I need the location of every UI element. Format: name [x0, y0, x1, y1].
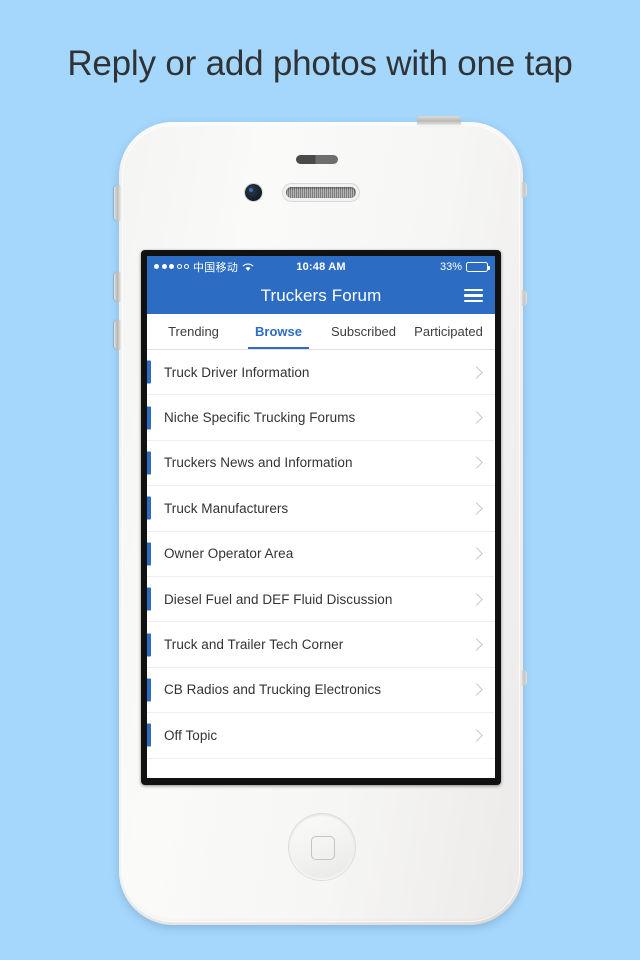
chevron-right-icon	[470, 728, 483, 742]
list-item-label: Truckers News and Information	[164, 455, 353, 471]
chevron-right-icon	[470, 547, 483, 561]
antenna-band-marker	[521, 290, 527, 306]
phone-device-frame: 中国移动 10:48 AM 33% Truckers Forum Trendin…	[114, 116, 527, 925]
earpiece-speaker-icon	[286, 187, 356, 198]
chevron-right-icon	[470, 411, 483, 424]
page-title: Reply or add photos with one tap	[67, 44, 573, 83]
list-item[interactable]: Truck Driver Information	[147, 350, 495, 396]
tab-label: Browse	[255, 324, 302, 339]
chevron-right-icon	[470, 638, 483, 651]
status-bar-right: 33%	[439, 260, 490, 273]
list-item[interactable]: Niche Specific Trucking Forums	[147, 395, 495, 441]
list-item-label: Truck and Trailer Tech Corner	[164, 637, 344, 653]
hamburger-menu-icon[interactable]	[464, 288, 483, 303]
row-accent-bar	[147, 678, 151, 702]
list-item[interactable]: Truck and Trailer Tech Corner	[147, 622, 495, 668]
row-accent-bar	[147, 542, 151, 566]
list-item[interactable]: Truck Manufacturers	[147, 486, 495, 532]
battery-percent-label: 33%	[439, 260, 462, 273]
list-item[interactable]: Owner Operator Area	[147, 532, 495, 577]
volume-down-button[interactable]	[114, 320, 121, 350]
row-accent-bar	[147, 723, 151, 747]
status-bar: 中国移动 10:48 AM 33%	[147, 256, 495, 277]
phone-screen: 中国移动 10:48 AM 33% Truckers Forum Trendin…	[147, 256, 495, 778]
home-button[interactable]	[289, 814, 355, 880]
list-item[interactable]: Diesel Fuel and DEF Fluid Discussion	[147, 577, 495, 623]
tab-label: Trending	[168, 324, 219, 339]
list-item-label: Owner Operator Area	[164, 546, 294, 562]
battery-icon	[466, 261, 490, 272]
tab-bar: Trending Browse Subscribed Participated	[147, 314, 495, 350]
front-camera-icon	[245, 184, 262, 201]
tab-subscribed[interactable]: Subscribed	[321, 314, 406, 349]
row-accent-bar	[147, 496, 151, 520]
chevron-right-icon	[470, 456, 483, 470]
navigation-bar: Truckers Forum	[147, 277, 495, 314]
forum-list: Truck Driver Information Niche Specific T…	[147, 350, 495, 759]
row-accent-bar	[147, 360, 151, 384]
list-item-label: Truck Manufacturers	[164, 500, 289, 516]
list-item[interactable]: Off Topic	[147, 713, 495, 759]
tab-label: Participated	[414, 324, 483, 339]
proximity-sensor-icon	[296, 155, 338, 164]
list-item-label: Diesel Fuel and DEF Fluid Discussion	[164, 591, 393, 607]
chevron-right-icon	[470, 501, 483, 515]
chevron-right-icon	[470, 365, 483, 379]
chevron-right-icon	[470, 592, 483, 606]
list-item-label: Truck Driver Information	[164, 364, 310, 380]
list-item-label: CB Radios and Trucking Electronics	[164, 682, 382, 698]
app-title: Truckers Forum	[260, 285, 382, 305]
tab-label: Subscribed	[330, 324, 397, 339]
list-item[interactable]: Truckers News and Information	[147, 441, 495, 487]
row-accent-bar	[147, 451, 151, 475]
row-accent-bar	[147, 587, 151, 611]
row-accent-bar	[147, 406, 151, 430]
power-button[interactable]	[417, 116, 461, 125]
chevron-right-icon	[470, 683, 483, 697]
mute-switch[interactable]	[114, 185, 121, 221]
list-item-label: Off Topic	[164, 727, 218, 743]
list-item-label: Niche Specific Trucking Forums	[164, 410, 356, 426]
tab-trending[interactable]: Trending	[151, 314, 236, 349]
sim-tray-marker	[521, 182, 527, 198]
list-item[interactable]: CB Radios and Trucking Electronics	[147, 668, 495, 714]
volume-up-button[interactable]	[114, 272, 121, 302]
antenna-band-marker-lower	[521, 670, 527, 686]
row-accent-bar	[147, 633, 151, 657]
tab-participated[interactable]: Participated	[406, 314, 491, 349]
screen-bezel: 中国移动 10:48 AM 33% Truckers Forum Trendin…	[141, 250, 501, 785]
tab-browse[interactable]: Browse	[236, 314, 321, 349]
